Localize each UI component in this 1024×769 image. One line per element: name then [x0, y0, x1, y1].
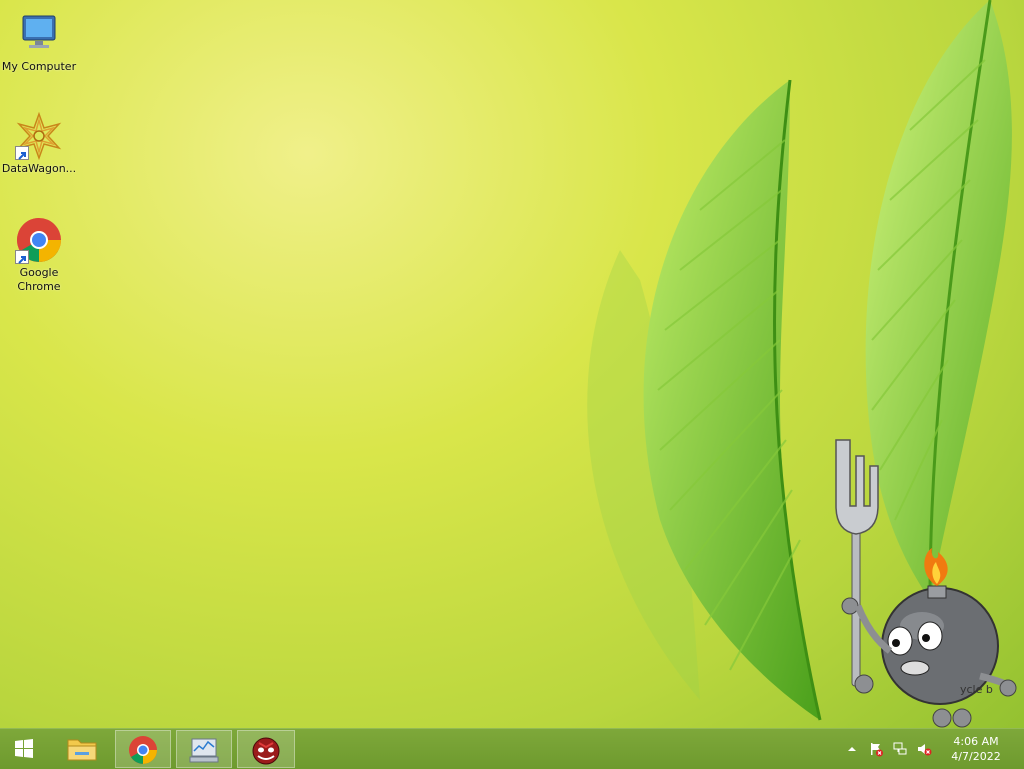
taskbar-app-bomb[interactable] [237, 730, 295, 768]
show-hidden-icons-button[interactable] [844, 741, 860, 757]
desktop-icon-google-chrome[interactable]: Google Chrome [0, 216, 78, 294]
windows-start-icon [15, 739, 33, 758]
taskbar-clock[interactable]: 4:06 AM 4/7/2022 [944, 734, 1008, 764]
action-center-tray-button[interactable] [868, 741, 884, 757]
shortcut-arrow-icon [15, 146, 29, 160]
taskbar-app-file-explorer[interactable] [54, 730, 110, 768]
network-tray-button[interactable] [892, 741, 908, 757]
computer-icon [15, 10, 63, 58]
flag-alert-icon [871, 743, 883, 757]
system-tray: 4:06 AM 4/7/2022 [844, 729, 1024, 769]
chrome-icon [129, 736, 157, 764]
chrome-icon [15, 216, 63, 264]
desktop-icon-label: Google Chrome [17, 266, 61, 293]
desktop-icon-label: My Computer [1, 60, 77, 73]
desktop-icon-my-computer[interactable]: My Computer [0, 10, 78, 74]
taskbar: 4:06 AM 4/7/2022 [0, 728, 1024, 769]
shortcut-arrow-icon [15, 250, 29, 264]
clock-time: 4:06 AM [953, 735, 999, 748]
taskbar-app-resource-monitor[interactable] [176, 730, 232, 768]
datawagon-icon [15, 111, 63, 161]
folder-icon [67, 739, 97, 761]
recycle-bin-partial-label: ycle b [960, 683, 993, 696]
network-icon [893, 742, 907, 755]
bomb-face-icon [252, 737, 280, 765]
volume-muted-icon [918, 744, 932, 756]
bomb-mascot-icon[interactable] [830, 436, 1024, 728]
desktop-icon-label: DataWagon... [1, 162, 77, 175]
monitor-icon [189, 738, 219, 763]
chevron-up-icon [848, 747, 856, 751]
desktop: My Computer DataWagon... Google Chrome y… [0, 0, 1024, 728]
clock-date: 4/7/2022 [951, 750, 1001, 763]
start-button[interactable] [4, 730, 44, 768]
taskbar-app-google-chrome[interactable] [115, 730, 171, 768]
volume-tray-button[interactable] [916, 741, 932, 757]
desktop-icon-datawagon[interactable]: DataWagon... [0, 111, 78, 176]
